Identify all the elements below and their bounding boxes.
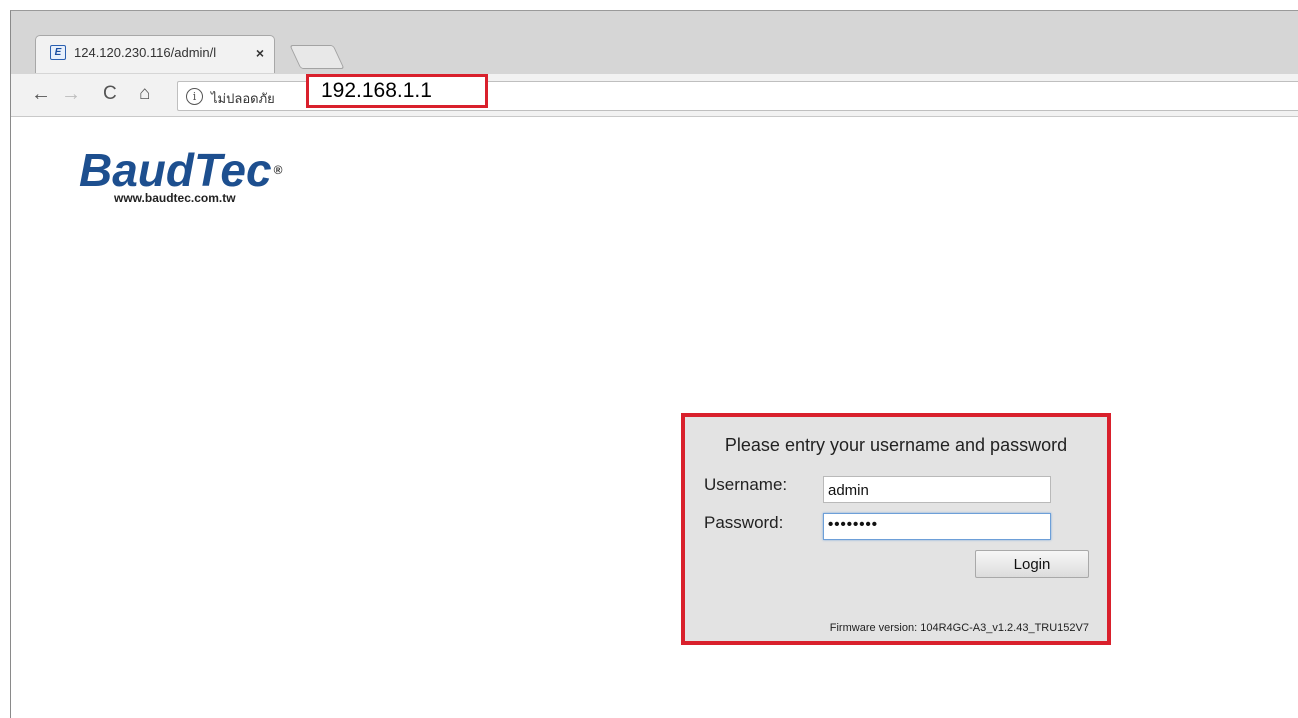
baudtec-logo: BaudTec ® www.baudtec.com.tw [79,147,282,205]
firmware-version: Firmware version: 104R4GC-A3_v1.2.43_TRU… [829,622,1089,634]
url-text[interactable]: 192.168.1.1 [321,79,432,103]
password-input[interactable]: •••••••• [823,513,1051,540]
info-icon[interactable]: i [186,88,203,105]
back-arrow-icon[interactable]: ← [31,82,51,106]
home-icon[interactable]: ⌂ [139,82,150,106]
username-input[interactable]: admin [823,476,1051,503]
url-highlight-box: 192.168.1.1 [306,74,488,108]
username-label: Username: [704,475,788,494]
browser-window: E 124.120.230.116/admin/l × ← → C ⌂ i ไม… [10,10,1298,718]
tab-close-icon[interactable]: × [256,45,264,61]
tab-strip: E 124.120.230.116/admin/l × [11,11,1298,74]
password-label: Password: [704,513,784,532]
address-bar[interactable]: i ไม่ปลอดภัย 192.168.1.1 [177,74,1298,111]
browser-tab[interactable]: E 124.120.230.116/admin/l × [35,35,275,73]
page-content: BaudTec ® www.baudtec.com.tw Please entry… [11,117,1298,718]
tab-title: 124.120.230.116/admin/l [74,45,217,60]
forward-arrow-icon[interactable]: → [61,82,81,106]
registered-mark: ® [273,163,283,177]
login-button[interactable]: Login [975,550,1089,578]
security-status-label[interactable]: ไม่ปลอดภัย [211,88,275,109]
login-prompt: Please entry your username and password [724,435,1068,455]
logo-wordmark: BaudTec [79,144,272,196]
page-favicon-icon: E [50,45,66,60]
browser-toolbar: ← → C ⌂ i ไม่ปลอดภัย 192.168.1.1 [11,74,1298,117]
login-panel: Please entry your username and password … [681,413,1111,645]
new-tab-button[interactable] [289,45,345,69]
reload-icon[interactable]: C [103,82,117,106]
